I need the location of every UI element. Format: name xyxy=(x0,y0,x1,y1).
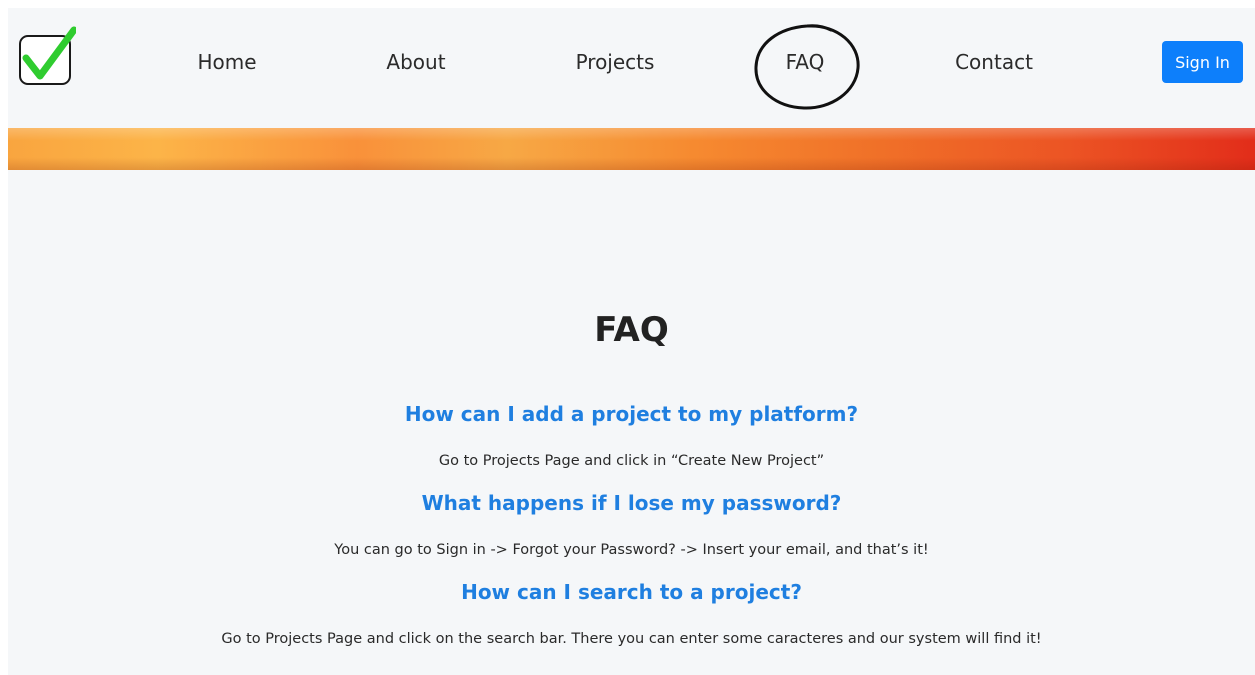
nav-link-projects[interactable]: Projects xyxy=(576,50,655,74)
navbar: Home About Projects FAQ Contact Sign In xyxy=(8,8,1255,128)
faq-question: How can I search to a project? xyxy=(461,580,802,604)
nav-link-faq[interactable]: FAQ xyxy=(786,50,825,74)
nav-link-home[interactable]: Home xyxy=(197,50,256,74)
faq-question: How can I add a project to my platform? xyxy=(404,402,859,426)
nav-link-contact[interactable]: Contact xyxy=(955,50,1033,74)
faq-answer: Go to Projects Page and click in “Create… xyxy=(438,453,825,469)
checkbox-check-icon[interactable] xyxy=(18,26,76,88)
sign-in-button[interactable]: Sign In xyxy=(1162,41,1243,83)
page-title: FAQ xyxy=(594,310,669,350)
page: Home About Projects FAQ Contact Sign In … xyxy=(8,8,1255,675)
gradient-banner xyxy=(8,128,1255,170)
faq-answer: Go to Projects Page and click on the sea… xyxy=(221,631,1042,647)
nav-link-about[interactable]: About xyxy=(386,50,445,74)
faq-section: FAQ How can I add a project to my platfo… xyxy=(8,170,1255,675)
faq-question: What happens if I lose my password? xyxy=(421,491,842,515)
faq-answer: You can go to Sign in -> Forgot your Pas… xyxy=(334,542,929,558)
